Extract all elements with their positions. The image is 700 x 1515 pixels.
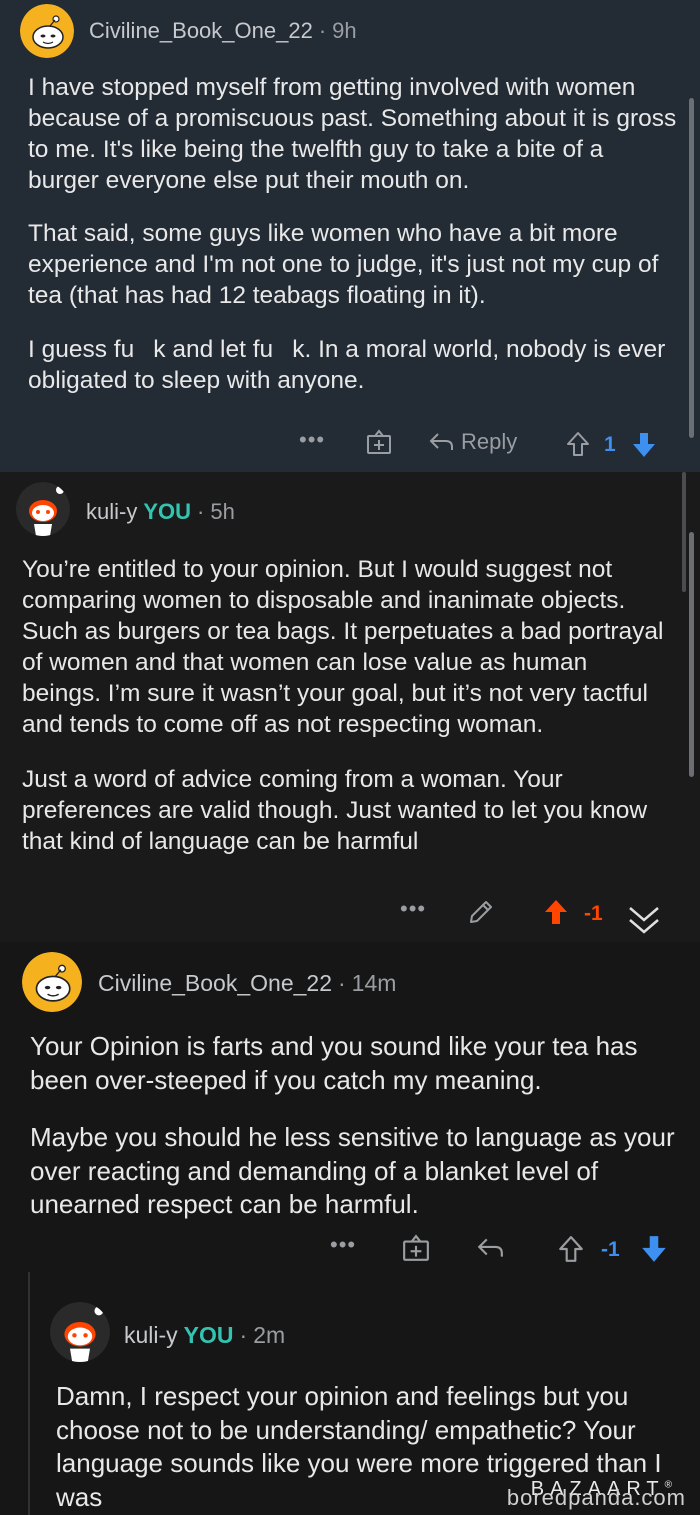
more-options-icon[interactable]: ••• [400, 896, 426, 922]
vote-score: -1 [601, 1238, 620, 1261]
snoo-avatar[interactable] [22, 952, 82, 1012]
upvote-icon[interactable] [543, 898, 569, 926]
separator-dot: · [338, 970, 346, 996]
separator-dot: · [239, 1322, 248, 1348]
collapse-chevron-icon[interactable] [624, 896, 664, 940]
username[interactable]: Civiline_Book_One_22 [98, 970, 332, 996]
more-options-icon[interactable]: ••• [299, 427, 325, 453]
paragraph: I guess fu k and let fu k. In a moral wo… [28, 336, 666, 394]
paragraph: That said, some guys like women who have… [28, 220, 659, 309]
you-badge: YOU [143, 499, 192, 524]
downvote-icon[interactable] [631, 431, 657, 459]
snoo-avatar[interactable] [50, 1302, 110, 1362]
upvote-icon[interactable] [558, 1235, 584, 1263]
reply-arrow-icon[interactable] [476, 1236, 504, 1260]
comment-body: Your Opinion is farts and you sound like… [30, 1030, 690, 1222]
paragraph: Your Opinion is farts and you sound like… [30, 1031, 638, 1095]
reply-arrow-icon [429, 433, 453, 450]
comment-meta: kuli-y YOU · 2m [124, 1322, 285, 1349]
you-badge: YOU [183, 1322, 234, 1348]
timestamp: 14m [351, 970, 397, 996]
vote-score: 1 [604, 433, 616, 456]
paragraph: I have stopped myself from getting invol… [28, 74, 677, 194]
upvote-icon[interactable] [566, 431, 590, 457]
scrollbar[interactable] [689, 98, 694, 438]
comment-meta: kuli-y YOU · 5h [86, 499, 235, 525]
reply-button[interactable]: Reply [428, 429, 517, 455]
comment-2: kuli-y YOU · 5h You’re entitled to your opi… [0, 472, 700, 942]
timestamp: 9h [332, 18, 357, 43]
award-icon[interactable] [402, 1234, 430, 1262]
comment-actions: ••• -1 [0, 896, 700, 934]
scrollbar[interactable] [682, 472, 686, 592]
thread-line[interactable] [28, 1272, 30, 1515]
comment-actions: ••• Reply 1 [0, 427, 700, 463]
comment-body: I have stopped myself from getting invol… [28, 72, 678, 396]
timestamp: 2m [253, 1322, 286, 1348]
timestamp: 5h [210, 499, 235, 524]
username[interactable]: Civiline_Book_One_22 [89, 18, 313, 43]
reply-label: Reply [461, 429, 518, 454]
separator-dot: · [197, 499, 205, 524]
comment-meta: Civiline_Book_One_22 · 14m [98, 970, 396, 997]
paragraph: You’re entitled to your opinion. But I w… [22, 556, 664, 738]
more-options-icon[interactable]: ••• [330, 1232, 356, 1258]
username[interactable]: kuli-y [86, 499, 137, 524]
paragraph: Just a word of advice coming from a woma… [22, 766, 648, 855]
comment-meta: Civiline_Book_One_22 · 9h [89, 18, 357, 44]
comment-3: Civiline_Book_One_22 · 14m Your Opinion is… [0, 942, 700, 1272]
separator-dot: · [318, 18, 327, 43]
downvote-icon[interactable] [640, 1234, 668, 1264]
award-icon[interactable] [366, 429, 392, 455]
comment-4: kuli-y YOU · 2m Damn, I respect your opinio… [0, 1272, 700, 1515]
comment-body: You’re entitled to your opinion. But I w… [22, 554, 672, 857]
comment-actions: ••• -1 [0, 1232, 700, 1268]
paragraph: Maybe you should he less sensitive to la… [30, 1122, 675, 1219]
snoo-avatar[interactable] [20, 4, 74, 58]
boredpanda-watermark: boredpanda.com [506, 1485, 686, 1510]
comment-1: Civiline_Book_One_22 · 9h I have stopped m… [0, 0, 700, 472]
snoo-avatar[interactable] [16, 482, 70, 536]
scrollbar[interactable] [689, 532, 694, 777]
vote-score: -1 [584, 902, 603, 925]
username[interactable]: kuli-y [124, 1322, 178, 1348]
edit-pencil-icon[interactable] [467, 898, 495, 926]
